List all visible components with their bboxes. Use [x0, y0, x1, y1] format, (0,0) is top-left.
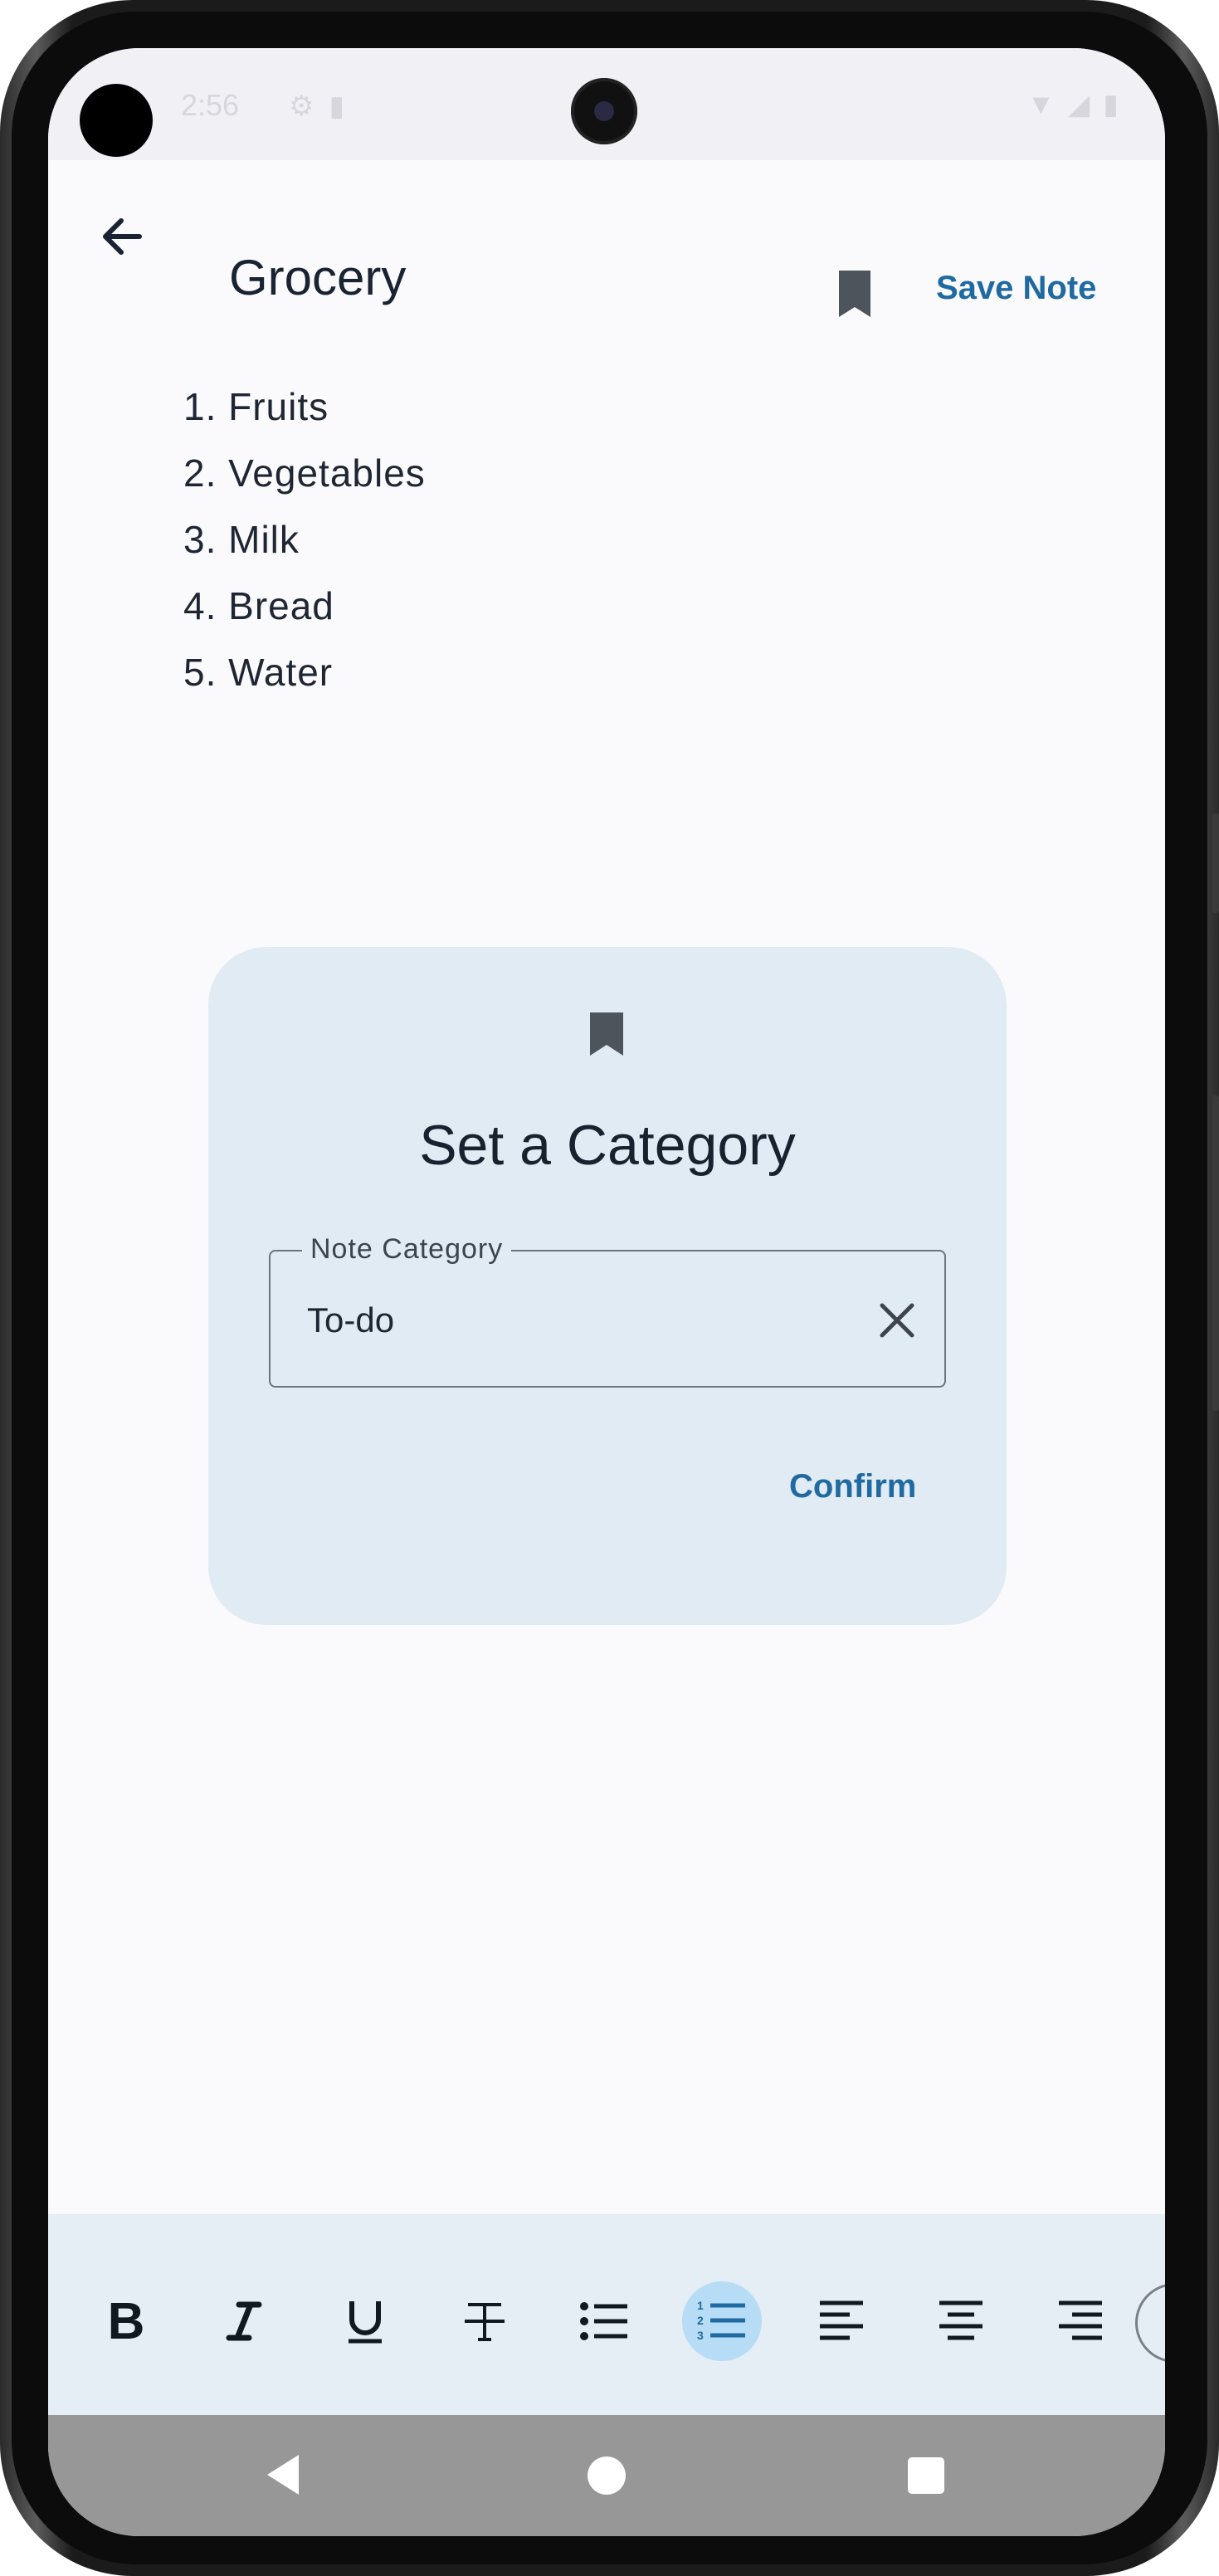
bookmark-icon — [839, 271, 870, 317]
bookmark-button[interactable] — [824, 264, 885, 325]
note-title[interactable]: Grocery — [229, 253, 406, 303]
italic-button[interactable] — [204, 2281, 284, 2361]
top-app-bar: Grocery Save Note — [48, 160, 1165, 317]
status-dot — [80, 84, 153, 157]
bookmark-icon — [590, 1012, 623, 1056]
status-bar: 2:56 ⚙▮ ▼◢▮ — [48, 48, 1165, 160]
svg-text:1: 1 — [697, 2299, 704, 2312]
phone-frame: 2:56 ⚙▮ ▼◢▮ Grocery Save Note 1. Fruits — [0, 0, 1219, 2576]
note-body[interactable]: 1. Fruits 2. Vegetables 3. Milk 4. Bread… — [183, 373, 426, 705]
clear-button[interactable] — [872, 1295, 922, 1345]
align-left-icon — [820, 2300, 863, 2340]
italic-icon — [226, 2301, 262, 2341]
align-center-button[interactable] — [921, 2281, 1001, 2361]
system-navigation-bar — [48, 2415, 1165, 2536]
front-camera — [571, 78, 637, 144]
numbered-list-button[interactable]: 1 2 3 — [682, 2281, 762, 2361]
bullet-list-icon — [580, 2302, 627, 2340]
save-note-button[interactable]: Save Note — [936, 270, 1096, 307]
arrow-back-icon — [103, 218, 142, 255]
list-item: 4. Bread — [183, 584, 334, 627]
volume-button — [1212, 813, 1219, 913]
strikethrough-button[interactable] — [445, 2281, 524, 2361]
back-button[interactable] — [91, 203, 158, 270]
list-item: 2. Vegetables — [183, 451, 426, 495]
nav-back-icon[interactable] — [262, 2450, 304, 2500]
align-right-icon — [1059, 2300, 1102, 2340]
status-notification-icons: ⚙▮ — [289, 90, 360, 122]
align-left-button[interactable] — [802, 2281, 881, 2361]
field-label: Note Category — [302, 1233, 512, 1266]
category-dialog: Set a Category Note Category Confirm — [208, 947, 1007, 1625]
close-icon — [880, 1303, 914, 1338]
underline-button[interactable] — [325, 2281, 405, 2361]
list-item: 1. Fruits — [183, 385, 329, 428]
category-field[interactable]: Note Category — [269, 1233, 946, 1388]
dialog-title: Set a Category — [419, 1114, 796, 1177]
strikethrough-icon — [465, 2303, 505, 2341]
numbered-list-icon: 1 2 3 — [697, 2299, 745, 2342]
status-system-icons: ▼◢▮ — [1026, 89, 1132, 120]
bold-icon: B — [107, 2292, 145, 2350]
list-item: 5. Water — [183, 651, 334, 694]
power-button — [1212, 1095, 1219, 1411]
list-item: 3. Milk — [183, 518, 300, 561]
underline-icon — [349, 2301, 382, 2344]
svg-text:3: 3 — [697, 2329, 704, 2342]
bold-button[interactable]: B — [86, 2281, 166, 2361]
svg-text:2: 2 — [697, 2314, 704, 2327]
status-time: 2:56 — [181, 88, 240, 122]
formatting-toolbar: B 1 2 3 — [48, 2214, 1165, 2415]
category-input[interactable] — [307, 1291, 805, 1349]
more-format-button[interactable] — [1135, 2283, 1165, 2363]
align-center-icon — [939, 2300, 983, 2340]
screen: 2:56 ⚙▮ ▼◢▮ Grocery Save Note 1. Fruits — [48, 48, 1165, 2536]
confirm-button[interactable]: Confirm — [789, 1468, 916, 1505]
bullet-list-button[interactable] — [564, 2281, 644, 2361]
nav-home-icon[interactable] — [588, 2456, 626, 2495]
nav-recents-icon[interactable] — [908, 2457, 944, 2494]
align-right-button[interactable] — [1041, 2281, 1120, 2361]
